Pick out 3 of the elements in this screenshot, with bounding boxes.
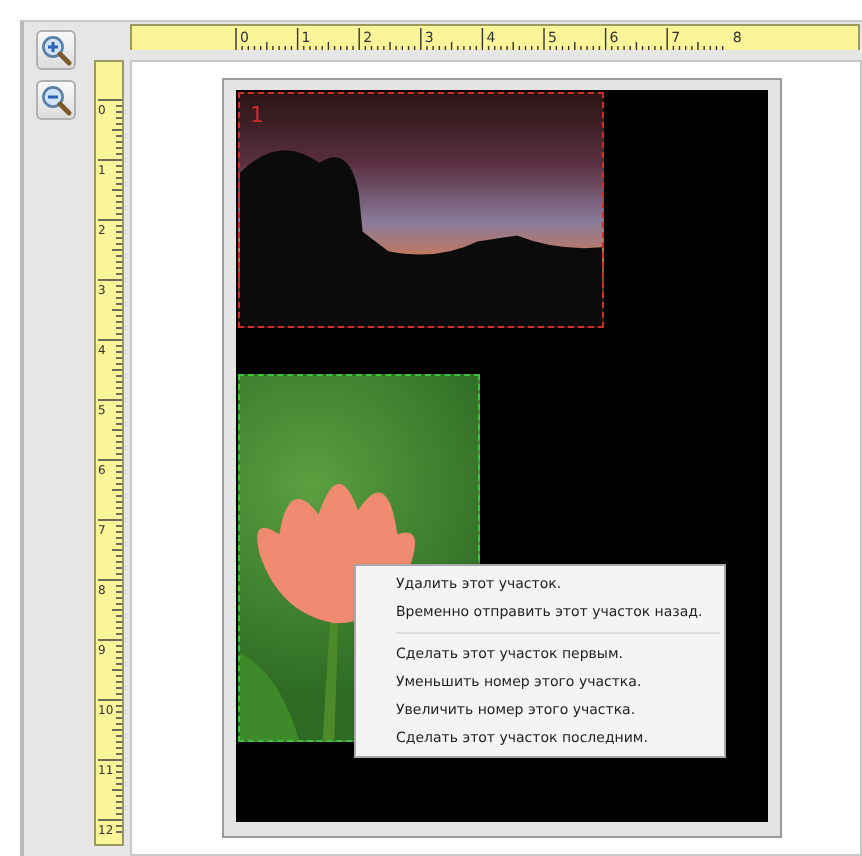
zoom-out-button[interactable] [36, 80, 76, 120]
zoom-in-button[interactable] [36, 30, 76, 70]
region-number: 1 [250, 102, 264, 128]
